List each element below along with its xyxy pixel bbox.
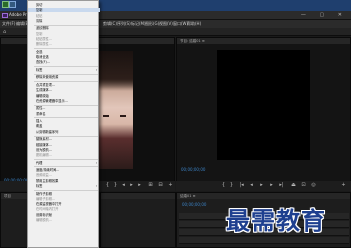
- context-menu-item[interactable]: 编辑原始: [28, 94, 100, 98]
- context-menu-item[interactable]: 清除: [28, 19, 100, 23]
- add-button-icon[interactable]: +: [168, 183, 173, 188]
- step-back-icon[interactable]: ◂: [121, 183, 126, 188]
- context-menu-item[interactable]: 复制: [28, 8, 100, 13]
- lift-icon[interactable]: ⏏: [291, 183, 296, 188]
- program-timecode[interactable]: 00;00;00;00: [181, 167, 205, 172]
- hair-shape: [97, 51, 133, 91]
- tools-panel-header[interactable]: [101, 193, 175, 199]
- menu-file[interactable]: 文件(F): [2, 21, 15, 27]
- tools-panel: [100, 192, 176, 248]
- context-menu-item: 删除属性...: [36, 42, 52, 47]
- context-menu-item[interactable]: 合并重复项...: [28, 83, 100, 87]
- context-menu-item: 编辑脱机...: [36, 218, 52, 222]
- program-viewer[interactable]: [217, 50, 310, 160]
- menu-marker[interactable]: 标记(M): [131, 21, 146, 27]
- context-menu-item[interactable]: 禁用主剪辑效果: [28, 179, 100, 183]
- context-menu-item[interactable]: 代理: [28, 161, 100, 165]
- insert-icon[interactable]: ⊞: [148, 183, 153, 188]
- menu-window[interactable]: 窗口(W): [173, 21, 188, 27]
- context-menu-item: 粘贴属性...: [36, 37, 52, 41]
- export-frame-icon[interactable]: ◎: [311, 183, 316, 188]
- context-menu-item: 复制: [36, 31, 43, 36]
- menu-sequence[interactable]: 序列(S): [117, 21, 131, 27]
- prog-add-button-icon[interactable]: +: [341, 183, 346, 188]
- prog-play-icon[interactable]: ▸: [259, 183, 264, 188]
- overwrite-icon[interactable]: ⊟: [158, 183, 163, 188]
- prog-mark-in-icon[interactable]: {: [221, 183, 226, 188]
- menu-clip[interactable]: 剪辑(C): [103, 21, 117, 27]
- watermark-logo: 最需教育: [226, 206, 326, 235]
- context-menu-item[interactable]: 从剪辑新建序列: [28, 130, 100, 134]
- timeline-timecode[interactable]: 00;00;00;00: [182, 202, 206, 207]
- context-menu-item[interactable]: 查找(F)...: [28, 60, 100, 64]
- context-menu-item[interactable]: 在资源管理器中显示...: [28, 99, 100, 103]
- eye-right-shape: [120, 115, 126, 117]
- context-menu-item[interactable]: 生成媒体...: [28, 88, 100, 92]
- prog-step-back-icon[interactable]: ◂: [249, 183, 254, 188]
- context-menu-item[interactable]: 属性...: [28, 106, 100, 110]
- context-menu-item[interactable]: 替换素材...: [28, 137, 100, 141]
- context-menu-item[interactable]: 速度/持续时间...: [28, 168, 100, 172]
- context-menu-item[interactable]: 移除未使用资源: [28, 75, 100, 79]
- window-controls[interactable]: — ▢ ✕: [301, 12, 348, 18]
- prog-go-in-icon[interactable]: |◂: [239, 183, 244, 188]
- program-panel-header[interactable]: 节目: 结婚01 ≡: [177, 38, 350, 44]
- app-icon[interactable]: [2, 1, 9, 8]
- step-forward-icon[interactable]: ▸: [137, 183, 142, 188]
- timeline-panel-header[interactable]: 结婚01 ≡: [177, 193, 350, 199]
- prog-go-out-icon[interactable]: ▸|: [279, 183, 284, 188]
- menu-view[interactable]: 视图(V): [159, 21, 173, 27]
- menu-graphics[interactable]: 图形(G): [145, 21, 159, 27]
- window-icon[interactable]: [9, 1, 16, 8]
- video-frame-thumbnail: [97, 51, 133, 169]
- context-menu-item[interactable]: 波纹删除: [28, 26, 100, 30]
- context-menu-item[interactable]: 标签: [28, 68, 100, 72]
- context-menu-item[interactable]: 取消全选: [28, 55, 100, 59]
- prog-mark-out-icon[interactable]: }: [229, 183, 234, 188]
- menu-help[interactable]: 帮助(H): [187, 21, 201, 27]
- context-menu-item[interactable]: 标签: [28, 184, 100, 188]
- program-transport-controls: { } |◂ ◂ ▸ ▸ ▸| ⏏ ⊡ ◎ +: [176, 181, 351, 191]
- context-menu-item[interactable]: 剪切: [28, 3, 100, 7]
- context-menu-item: 编辑子剪辑...: [36, 196, 55, 201]
- context-menu-item[interactable]: 在源监视器中打开: [28, 202, 100, 206]
- premiere-logo-icon: [2, 13, 8, 18]
- context-menu-item[interactable]: 重命名: [28, 112, 100, 116]
- context-menu-item[interactable]: 制作子剪辑: [28, 192, 100, 196]
- mark-out-icon[interactable]: }: [113, 183, 118, 188]
- eye-left-shape: [103, 115, 109, 117]
- context-menu-item: 音频增益...: [36, 173, 52, 178]
- mark-in-icon[interactable]: {: [105, 183, 110, 188]
- context-menu: 剪切 复制 粘贴 清除 波纹删除 复制 粘贴属性... 删除属性... 全选 取消全选 查找(F).…: [27, 0, 100, 248]
- extract-icon[interactable]: ⊡: [301, 183, 306, 188]
- context-menu-item[interactable]: 覆盖: [28, 124, 100, 128]
- context-menu-item[interactable]: 全选: [28, 50, 100, 54]
- context-menu-item: 在时间轴内打开: [36, 207, 59, 212]
- context-menu-item[interactable]: 插入: [28, 119, 100, 123]
- prog-step-forward-icon[interactable]: ▸: [269, 183, 274, 188]
- context-menu-item[interactable]: 设置标识帧: [28, 213, 100, 217]
- context-menu-item[interactable]: 链接媒体...: [28, 143, 100, 147]
- play-icon[interactable]: ▸: [129, 183, 134, 188]
- home-icon[interactable]: ⌂: [3, 29, 6, 35]
- context-menu-item: 脱机编辑...: [36, 153, 52, 158]
- audio-track[interactable]: [179, 237, 349, 244]
- context-menu-item: 粘贴: [36, 13, 43, 18]
- program-monitor: 节目: 结婚01 ≡ 00;00;00;00: [176, 37, 351, 184]
- context-menu-item[interactable]: 设为脱机...: [28, 148, 100, 152]
